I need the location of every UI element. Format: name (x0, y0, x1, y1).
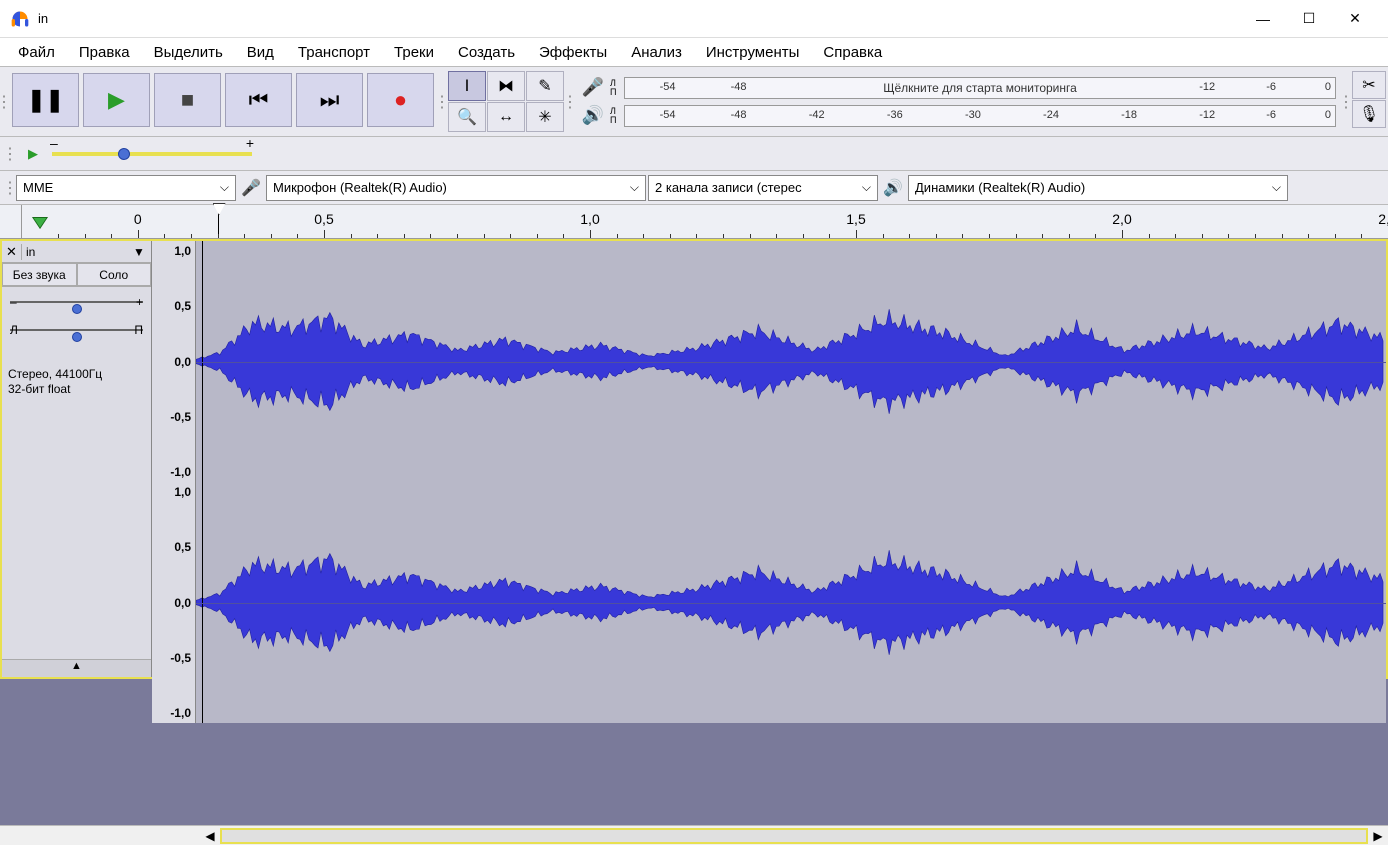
waveform-channel-left[interactable] (196, 241, 1386, 482)
meter-hint: Щёлкните для старта мониторинга (883, 81, 1077, 95)
toolbar-grip[interactable] (1342, 69, 1350, 134)
menu-edit[interactable]: Правка (67, 40, 142, 65)
mute-button[interactable]: Без звука (2, 263, 77, 286)
cut-button[interactable]: ✂ (1352, 71, 1386, 99)
menu-help[interactable]: Справка (811, 40, 894, 65)
menu-analyze[interactable]: Анализ (619, 40, 694, 65)
menu-select[interactable]: Выделить (142, 40, 235, 65)
play-button[interactable]: ▶ (83, 73, 150, 127)
waveform-channel-right[interactable] (196, 482, 1386, 723)
menu-generate[interactable]: Создать (446, 40, 527, 65)
app-icon (10, 9, 30, 29)
speaker-meter-icon[interactable]: 🔊 (580, 105, 606, 126)
meter-lr-label: ЛП (610, 79, 620, 97)
maximize-button[interactable]: ☐ (1286, 3, 1332, 35)
transport-toolbar: ❚❚ ▶ ■ ⏮ ⏭ ● (8, 69, 438, 134)
pan-slider[interactable]: Л П (10, 329, 143, 349)
speaker-icon: 🔊 (880, 178, 906, 198)
track-menu-button[interactable]: ▼ (133, 245, 151, 259)
recording-channels-combo[interactable]: 2 канала записи (стерес (648, 175, 878, 201)
draw-tool-button[interactable]: ✎ (526, 71, 564, 101)
playback-speed-slider[interactable]: – + (52, 145, 252, 163)
stop-button[interactable]: ■ (154, 73, 221, 127)
mic-icon: 🎤 (238, 178, 264, 198)
toolbar-grip[interactable] (6, 144, 14, 164)
vertical-scale-left[interactable]: 1,0 0,5 0,0 -0,5 -1,0 (152, 241, 196, 482)
minimize-button[interactable]: — (1240, 3, 1286, 35)
scroll-right-button[interactable]: ▶ (1368, 829, 1388, 843)
tools-toolbar: Ⅰ ⧓ ✎ 🔍 ↔ ✳ (446, 69, 566, 134)
track-collapse-button[interactable]: ▲ (2, 659, 151, 677)
window-titlebar: in — ☐ ✕ (0, 0, 1388, 38)
menu-tools[interactable]: Инструменты (694, 40, 812, 65)
close-button[interactable]: ✕ (1332, 3, 1378, 35)
menu-transport[interactable]: Транспорт (286, 40, 382, 65)
menu-bar: Файл Правка Выделить Вид Транспорт Треки… (0, 38, 1388, 66)
mic-meter-icon[interactable]: 🎤 (580, 77, 606, 98)
menu-effects[interactable]: Эффекты (527, 40, 619, 65)
vertical-scale-right[interactable]: 1,0 0,5 0,0 -0,5 -1,0 (152, 482, 196, 723)
track-format-info: Стерео, 44100Гц 32-бит float (2, 363, 151, 401)
envelope-tool-button[interactable]: ⧓ (487, 71, 525, 101)
window-title: in (38, 11, 1240, 26)
track-control-panel: ✕ in ▼ Без звука Соло – + Л П (2, 241, 152, 677)
audio-host-combo[interactable]: MME (16, 175, 236, 201)
menu-file[interactable]: Файл (6, 40, 67, 65)
timeline-ruler[interactable]: 00,51,01,52,02,5 (0, 205, 1388, 239)
toolbar-grip[interactable] (438, 69, 446, 134)
skip-start-button[interactable]: ⏮ (225, 73, 292, 127)
audio-track: ✕ in ▼ Без звука Соло – + Л П (0, 239, 1388, 679)
record-button[interactable]: ● (367, 73, 434, 127)
track-name[interactable]: in (22, 245, 133, 259)
mic-button[interactable]: 🎙 (1352, 100, 1386, 128)
play-at-speed-button[interactable]: ▶ (20, 143, 46, 165)
menu-view[interactable]: Вид (235, 40, 286, 65)
multi-tool-button[interactable]: ✳ (526, 102, 564, 132)
meter-lr-label: ЛП (610, 107, 620, 125)
pin-playhead-button[interactable] (22, 205, 58, 238)
selection-tool-button[interactable]: Ⅰ (448, 71, 486, 101)
zoom-tool-button[interactable]: 🔍 (448, 102, 486, 132)
toolbar-grip[interactable] (566, 69, 574, 134)
recording-meter[interactable]: -54 -48 Щёлкните для старта мониторинга … (624, 77, 1336, 99)
gain-slider[interactable]: – + (10, 301, 143, 321)
menu-tracks[interactable]: Треки (382, 40, 446, 65)
horizontal-scrollbar[interactable]: ◀ ▶ (0, 825, 1388, 845)
track-close-button[interactable]: ✕ (2, 244, 22, 260)
solo-button[interactable]: Соло (77, 263, 152, 286)
timeshift-tool-button[interactable]: ↔ (487, 102, 525, 132)
playback-device-combo[interactable]: Динамики (Realtek(R) Audio) (908, 175, 1288, 201)
playback-meter[interactable]: -54 -48 -42 -36 -30 -24 -18 -12 -6 0 (624, 105, 1336, 127)
toolbar-grip[interactable] (0, 69, 8, 134)
scroll-left-button[interactable]: ◀ (200, 829, 220, 843)
toolbar-grip[interactable] (6, 178, 14, 198)
pause-button[interactable]: ❚❚ (12, 73, 79, 127)
recording-device-combo[interactable]: Микрофон (Realtek(R) Audio) (266, 175, 646, 201)
skip-end-button[interactable]: ⏭ (296, 73, 363, 127)
